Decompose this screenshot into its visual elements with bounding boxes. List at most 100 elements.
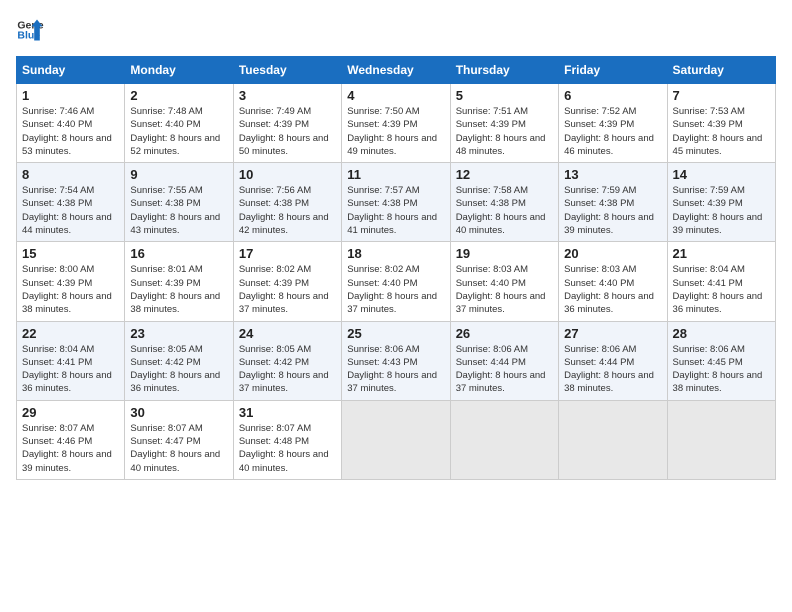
- day-number: 4: [347, 88, 444, 103]
- calendar-cell: 27 Sunrise: 8:06 AM Sunset: 4:44 PM Dayl…: [559, 321, 667, 400]
- col-header-monday: Monday: [125, 57, 233, 84]
- day-detail: Sunrise: 8:06 AM Sunset: 4:44 PM Dayligh…: [564, 343, 661, 396]
- calendar-cell: 17 Sunrise: 8:02 AM Sunset: 4:39 PM Dayl…: [233, 242, 341, 321]
- day-number: 15: [22, 246, 119, 261]
- day-detail: Sunrise: 7:51 AM Sunset: 4:39 PM Dayligh…: [456, 105, 553, 158]
- day-detail: Sunrise: 8:05 AM Sunset: 4:42 PM Dayligh…: [130, 343, 227, 396]
- day-detail: Sunrise: 7:59 AM Sunset: 4:39 PM Dayligh…: [673, 184, 770, 237]
- calendar-cell: 14 Sunrise: 7:59 AM Sunset: 4:39 PM Dayl…: [667, 163, 775, 242]
- day-number: 8: [22, 167, 119, 182]
- col-header-thursday: Thursday: [450, 57, 558, 84]
- day-number: 11: [347, 167, 444, 182]
- calendar-cell: 6 Sunrise: 7:52 AM Sunset: 4:39 PM Dayli…: [559, 84, 667, 163]
- calendar-cell: 19 Sunrise: 8:03 AM Sunset: 4:40 PM Dayl…: [450, 242, 558, 321]
- day-number: 31: [239, 405, 336, 420]
- calendar-cell: [559, 400, 667, 479]
- day-number: 5: [456, 88, 553, 103]
- logo: General Blue: [16, 16, 48, 44]
- day-detail: Sunrise: 8:05 AM Sunset: 4:42 PM Dayligh…: [239, 343, 336, 396]
- col-header-saturday: Saturday: [667, 57, 775, 84]
- calendar-cell: [342, 400, 450, 479]
- day-number: 27: [564, 326, 661, 341]
- day-detail: Sunrise: 7:58 AM Sunset: 4:38 PM Dayligh…: [456, 184, 553, 237]
- calendar-cell: 16 Sunrise: 8:01 AM Sunset: 4:39 PM Dayl…: [125, 242, 233, 321]
- day-detail: Sunrise: 7:54 AM Sunset: 4:38 PM Dayligh…: [22, 184, 119, 237]
- calendar-cell: 8 Sunrise: 7:54 AM Sunset: 4:38 PM Dayli…: [17, 163, 125, 242]
- calendar-cell: 28 Sunrise: 8:06 AM Sunset: 4:45 PM Dayl…: [667, 321, 775, 400]
- day-number: 18: [347, 246, 444, 261]
- calendar-cell: 21 Sunrise: 8:04 AM Sunset: 4:41 PM Dayl…: [667, 242, 775, 321]
- day-detail: Sunrise: 7:49 AM Sunset: 4:39 PM Dayligh…: [239, 105, 336, 158]
- calendar-cell: 13 Sunrise: 7:59 AM Sunset: 4:38 PM Dayl…: [559, 163, 667, 242]
- calendar-cell: 11 Sunrise: 7:57 AM Sunset: 4:38 PM Dayl…: [342, 163, 450, 242]
- day-number: 9: [130, 167, 227, 182]
- day-detail: Sunrise: 7:59 AM Sunset: 4:38 PM Dayligh…: [564, 184, 661, 237]
- day-detail: Sunrise: 8:06 AM Sunset: 4:45 PM Dayligh…: [673, 343, 770, 396]
- calendar-cell: 26 Sunrise: 8:06 AM Sunset: 4:44 PM Dayl…: [450, 321, 558, 400]
- calendar-cell: 22 Sunrise: 8:04 AM Sunset: 4:41 PM Dayl…: [17, 321, 125, 400]
- calendar-cell: 25 Sunrise: 8:06 AM Sunset: 4:43 PM Dayl…: [342, 321, 450, 400]
- calendar-cell: 15 Sunrise: 8:00 AM Sunset: 4:39 PM Dayl…: [17, 242, 125, 321]
- day-number: 12: [456, 167, 553, 182]
- day-detail: Sunrise: 8:06 AM Sunset: 4:43 PM Dayligh…: [347, 343, 444, 396]
- day-detail: Sunrise: 8:00 AM Sunset: 4:39 PM Dayligh…: [22, 263, 119, 316]
- col-header-friday: Friday: [559, 57, 667, 84]
- day-detail: Sunrise: 7:46 AM Sunset: 4:40 PM Dayligh…: [22, 105, 119, 158]
- day-number: 28: [673, 326, 770, 341]
- calendar-cell: 4 Sunrise: 7:50 AM Sunset: 4:39 PM Dayli…: [342, 84, 450, 163]
- col-header-tuesday: Tuesday: [233, 57, 341, 84]
- calendar-cell: [667, 400, 775, 479]
- calendar-cell: 9 Sunrise: 7:55 AM Sunset: 4:38 PM Dayli…: [125, 163, 233, 242]
- day-detail: Sunrise: 7:53 AM Sunset: 4:39 PM Dayligh…: [673, 105, 770, 158]
- calendar-table: SundayMondayTuesdayWednesdayThursdayFrid…: [16, 56, 776, 480]
- logo-icon: General Blue: [16, 16, 44, 44]
- calendar-cell: 29 Sunrise: 8:07 AM Sunset: 4:46 PM Dayl…: [17, 400, 125, 479]
- calendar-cell: 18 Sunrise: 8:02 AM Sunset: 4:40 PM Dayl…: [342, 242, 450, 321]
- day-detail: Sunrise: 8:04 AM Sunset: 4:41 PM Dayligh…: [22, 343, 119, 396]
- day-detail: Sunrise: 8:02 AM Sunset: 4:39 PM Dayligh…: [239, 263, 336, 316]
- day-detail: Sunrise: 7:50 AM Sunset: 4:39 PM Dayligh…: [347, 105, 444, 158]
- day-detail: Sunrise: 7:56 AM Sunset: 4:38 PM Dayligh…: [239, 184, 336, 237]
- day-number: 10: [239, 167, 336, 182]
- day-number: 22: [22, 326, 119, 341]
- day-number: 29: [22, 405, 119, 420]
- calendar-cell: 2 Sunrise: 7:48 AM Sunset: 4:40 PM Dayli…: [125, 84, 233, 163]
- day-number: 19: [456, 246, 553, 261]
- day-detail: Sunrise: 8:01 AM Sunset: 4:39 PM Dayligh…: [130, 263, 227, 316]
- day-number: 2: [130, 88, 227, 103]
- day-number: 20: [564, 246, 661, 261]
- calendar-cell: 10 Sunrise: 7:56 AM Sunset: 4:38 PM Dayl…: [233, 163, 341, 242]
- day-number: 30: [130, 405, 227, 420]
- calendar-cell: 23 Sunrise: 8:05 AM Sunset: 4:42 PM Dayl…: [125, 321, 233, 400]
- day-detail: Sunrise: 8:03 AM Sunset: 4:40 PM Dayligh…: [456, 263, 553, 316]
- day-number: 6: [564, 88, 661, 103]
- day-detail: Sunrise: 8:07 AM Sunset: 4:46 PM Dayligh…: [22, 422, 119, 475]
- calendar-cell: 31 Sunrise: 8:07 AM Sunset: 4:48 PM Dayl…: [233, 400, 341, 479]
- day-detail: Sunrise: 7:57 AM Sunset: 4:38 PM Dayligh…: [347, 184, 444, 237]
- day-detail: Sunrise: 8:07 AM Sunset: 4:48 PM Dayligh…: [239, 422, 336, 475]
- day-number: 21: [673, 246, 770, 261]
- calendar-cell: 24 Sunrise: 8:05 AM Sunset: 4:42 PM Dayl…: [233, 321, 341, 400]
- day-number: 25: [347, 326, 444, 341]
- calendar-cell: [450, 400, 558, 479]
- day-number: 3: [239, 88, 336, 103]
- day-detail: Sunrise: 7:55 AM Sunset: 4:38 PM Dayligh…: [130, 184, 227, 237]
- day-detail: Sunrise: 8:07 AM Sunset: 4:47 PM Dayligh…: [130, 422, 227, 475]
- day-number: 16: [130, 246, 227, 261]
- calendar-cell: 3 Sunrise: 7:49 AM Sunset: 4:39 PM Dayli…: [233, 84, 341, 163]
- calendar-cell: 1 Sunrise: 7:46 AM Sunset: 4:40 PM Dayli…: [17, 84, 125, 163]
- day-detail: Sunrise: 8:04 AM Sunset: 4:41 PM Dayligh…: [673, 263, 770, 316]
- day-number: 7: [673, 88, 770, 103]
- col-header-sunday: Sunday: [17, 57, 125, 84]
- day-number: 23: [130, 326, 227, 341]
- day-number: 26: [456, 326, 553, 341]
- day-number: 14: [673, 167, 770, 182]
- day-number: 1: [22, 88, 119, 103]
- day-detail: Sunrise: 7:52 AM Sunset: 4:39 PM Dayligh…: [564, 105, 661, 158]
- calendar-cell: 12 Sunrise: 7:58 AM Sunset: 4:38 PM Dayl…: [450, 163, 558, 242]
- day-number: 17: [239, 246, 336, 261]
- calendar-cell: 5 Sunrise: 7:51 AM Sunset: 4:39 PM Dayli…: [450, 84, 558, 163]
- calendar-cell: 30 Sunrise: 8:07 AM Sunset: 4:47 PM Dayl…: [125, 400, 233, 479]
- day-number: 24: [239, 326, 336, 341]
- calendar-cell: 20 Sunrise: 8:03 AM Sunset: 4:40 PM Dayl…: [559, 242, 667, 321]
